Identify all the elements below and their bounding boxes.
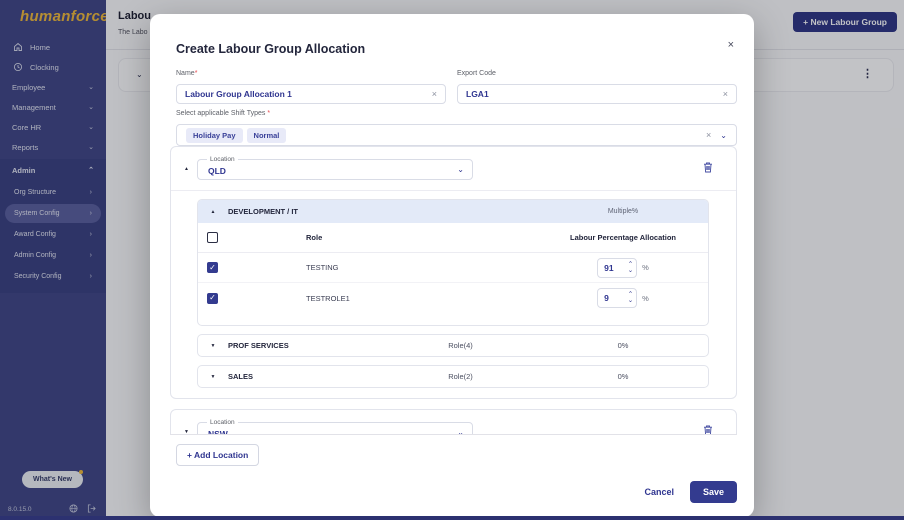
name-field: Name* × — [176, 62, 446, 104]
department-name: PROF SERVICES — [228, 341, 289, 350]
location-select[interactable]: Location NSW ⌄ — [197, 419, 473, 435]
chevron-down-icon: ⌄ — [457, 165, 464, 174]
allocation-column-header: Labour Percentage Allocation — [570, 233, 676, 242]
export-code-input-wrapper: × — [457, 84, 737, 104]
role-checkbox[interactable]: ✓ — [207, 292, 218, 304]
clear-icon[interactable]: × — [723, 89, 728, 99]
role-name: TESTROLE1 — [306, 293, 350, 303]
close-icon[interactable]: × — [728, 39, 734, 51]
percentage-value: 91 — [604, 262, 614, 273]
check-icon: ✓ — [209, 262, 216, 272]
percent-sign: % — [642, 293, 649, 303]
location-card-nsw: ▼ Location NSW ⌄ — [170, 409, 737, 435]
name-input-wrapper: × — [176, 84, 446, 104]
location-select-label: Location — [207, 156, 238, 163]
export-code-label: Export Code — [457, 70, 496, 77]
name-input[interactable] — [185, 89, 432, 99]
location-card-qld: ▲ Location QLD ⌄ ▲ DEVELOPMENT / IT Mult… — [170, 146, 737, 399]
location-departments: ▲ DEVELOPMENT / IT Multiple% Role Labour… — [171, 191, 736, 398]
trash-icon — [702, 425, 714, 434]
location-row: ▲ Location QLD ⌄ — [171, 147, 736, 191]
locations-scroll-area[interactable]: ▲ Location QLD ⌄ ▲ DEVELOPMENT / IT Mult… — [170, 146, 737, 435]
stepper-down-icon[interactable]: ⌄ — [628, 267, 633, 274]
bottom-bar — [0, 516, 904, 520]
save-button[interactable]: Save — [689, 481, 737, 503]
modal-title: Create Labour Group Allocation — [176, 42, 366, 56]
percentage-stepper[interactable]: 9 ⌃ ⌄ — [597, 288, 638, 308]
department-percentage: Multiple% — [607, 208, 639, 215]
department-percentage: 0% — [617, 341, 629, 350]
select-all-checkbox[interactable] — [207, 232, 218, 243]
cancel-button[interactable]: Cancel — [644, 487, 674, 497]
collapse-caret-icon: ▲ — [210, 208, 216, 215]
export-code-field: Export Code × — [457, 62, 737, 104]
required-mark: * — [267, 110, 271, 117]
roles-table-body: ✓ TESTING 91 ⌃ ⌄ % ✓ TESTROLE1 9 ⌃ ⌄ % — [198, 253, 708, 325]
role-checkbox[interactable]: ✓ — [207, 262, 218, 273]
trash-icon — [702, 162, 714, 177]
location-select-label: Location — [207, 419, 238, 426]
department-name: SALES — [228, 372, 254, 381]
shift-type-chip[interactable]: Normal — [246, 127, 287, 143]
department-percentage: 0% — [617, 372, 629, 381]
collapse-caret-icon[interactable]: ▲ — [184, 166, 189, 172]
department-card-development-it: ▲ DEVELOPMENT / IT Multiple% Role Labour… — [197, 199, 709, 326]
percent-sign: % — [642, 263, 649, 272]
location-select-value: NSW — [208, 429, 228, 435]
location-row: ▼ Location NSW ⌄ — [171, 410, 736, 435]
department-role-count: Role(2) — [448, 372, 473, 381]
required-mark: * — [194, 70, 198, 77]
chevron-down-icon[interactable]: ⌄ — [720, 131, 727, 140]
table-row: ✓ TESTING 91 ⌃ ⌄ % — [198, 253, 708, 283]
department-header[interactable]: ▲ DEVELOPMENT / IT Multiple% — [198, 200, 708, 223]
department-role-count: Role(4) — [448, 341, 473, 350]
create-labour-group-allocation-modal: Create Labour Group Allocation × Name* ×… — [150, 14, 754, 517]
expand-caret-icon[interactable]: ▼ — [184, 429, 189, 434]
clear-icon[interactable]: × — [432, 89, 437, 99]
shift-type-chip[interactable]: Holiday Pay — [186, 127, 243, 143]
location-select[interactable]: Location QLD ⌄ — [197, 156, 473, 180]
clear-icon[interactable]: × — [706, 130, 711, 140]
delete-location-button[interactable] — [702, 424, 714, 434]
shift-types-field: Select applicable Shift Types * Holiday … — [176, 102, 737, 146]
percentage-stepper[interactable]: 91 ⌃ ⌄ — [597, 257, 638, 278]
department-card-prof-services[interactable]: ▼ PROF SERVICES Role(4) 0% — [197, 334, 709, 357]
check-icon: ✓ — [209, 293, 216, 302]
department-card-sales[interactable]: ▼ SALES Role(2) 0% — [197, 365, 709, 388]
export-code-input[interactable] — [466, 89, 723, 99]
role-column-header: Role — [306, 233, 323, 242]
roles-table-header: Role Labour Percentage Allocation — [198, 223, 708, 253]
delete-location-button[interactable] — [702, 161, 714, 177]
name-label: Name* — [176, 70, 198, 77]
location-select-value: QLD — [208, 166, 226, 176]
stepper-down-icon[interactable]: ⌄ — [628, 297, 633, 304]
expand-caret-icon: ▼ — [210, 373, 216, 380]
add-location-button[interactable]: + Add Location — [176, 444, 260, 466]
department-name: DEVELOPMENT / IT — [228, 207, 299, 216]
percentage-value: 9 — [604, 293, 609, 303]
table-row: ✓ TESTROLE1 9 ⌃ ⌄ % — [198, 283, 708, 313]
chevron-down-icon: ⌄ — [457, 428, 464, 435]
shift-types-multiselect[interactable]: Holiday Pay Normal × ⌄ — [176, 124, 737, 146]
role-name: TESTING — [306, 263, 339, 272]
expand-caret-icon: ▼ — [210, 342, 216, 349]
shift-types-label: Select applicable Shift Types * — [176, 110, 271, 117]
modal-footer: Cancel Save — [644, 481, 737, 503]
